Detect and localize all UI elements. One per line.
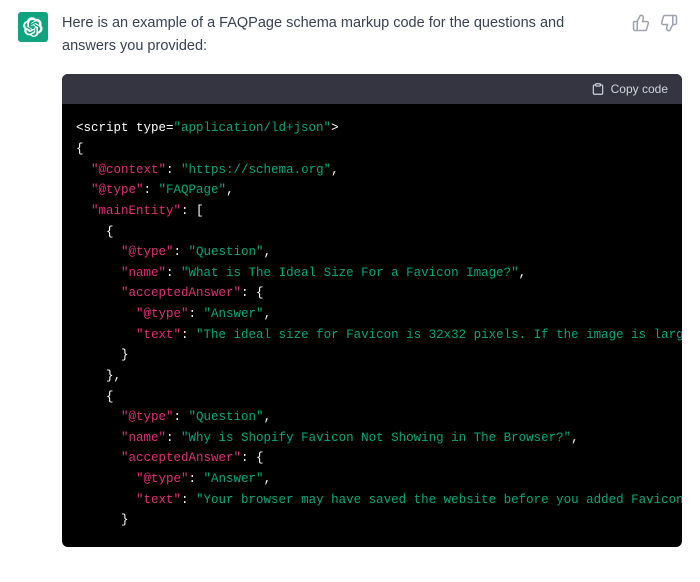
- openai-logo-icon: [23, 17, 43, 37]
- thumbs-up-icon[interactable]: [632, 14, 650, 32]
- thumbs-down-icon[interactable]: [660, 14, 678, 32]
- copy-code-label: Copy code: [611, 82, 668, 96]
- clipboard-icon: [591, 82, 605, 96]
- assistant-avatar: [18, 12, 48, 42]
- code-header: Copy code: [62, 74, 682, 104]
- copy-code-button[interactable]: Copy code: [591, 82, 668, 96]
- code-block: Copy code <script type="application/ld+j…: [62, 74, 682, 547]
- feedback-controls: [632, 14, 678, 32]
- code-content: <script type="application/ld+json"> { "@…: [62, 104, 682, 547]
- assistant-intro-text: Here is an example of a FAQPage schema m…: [62, 12, 682, 58]
